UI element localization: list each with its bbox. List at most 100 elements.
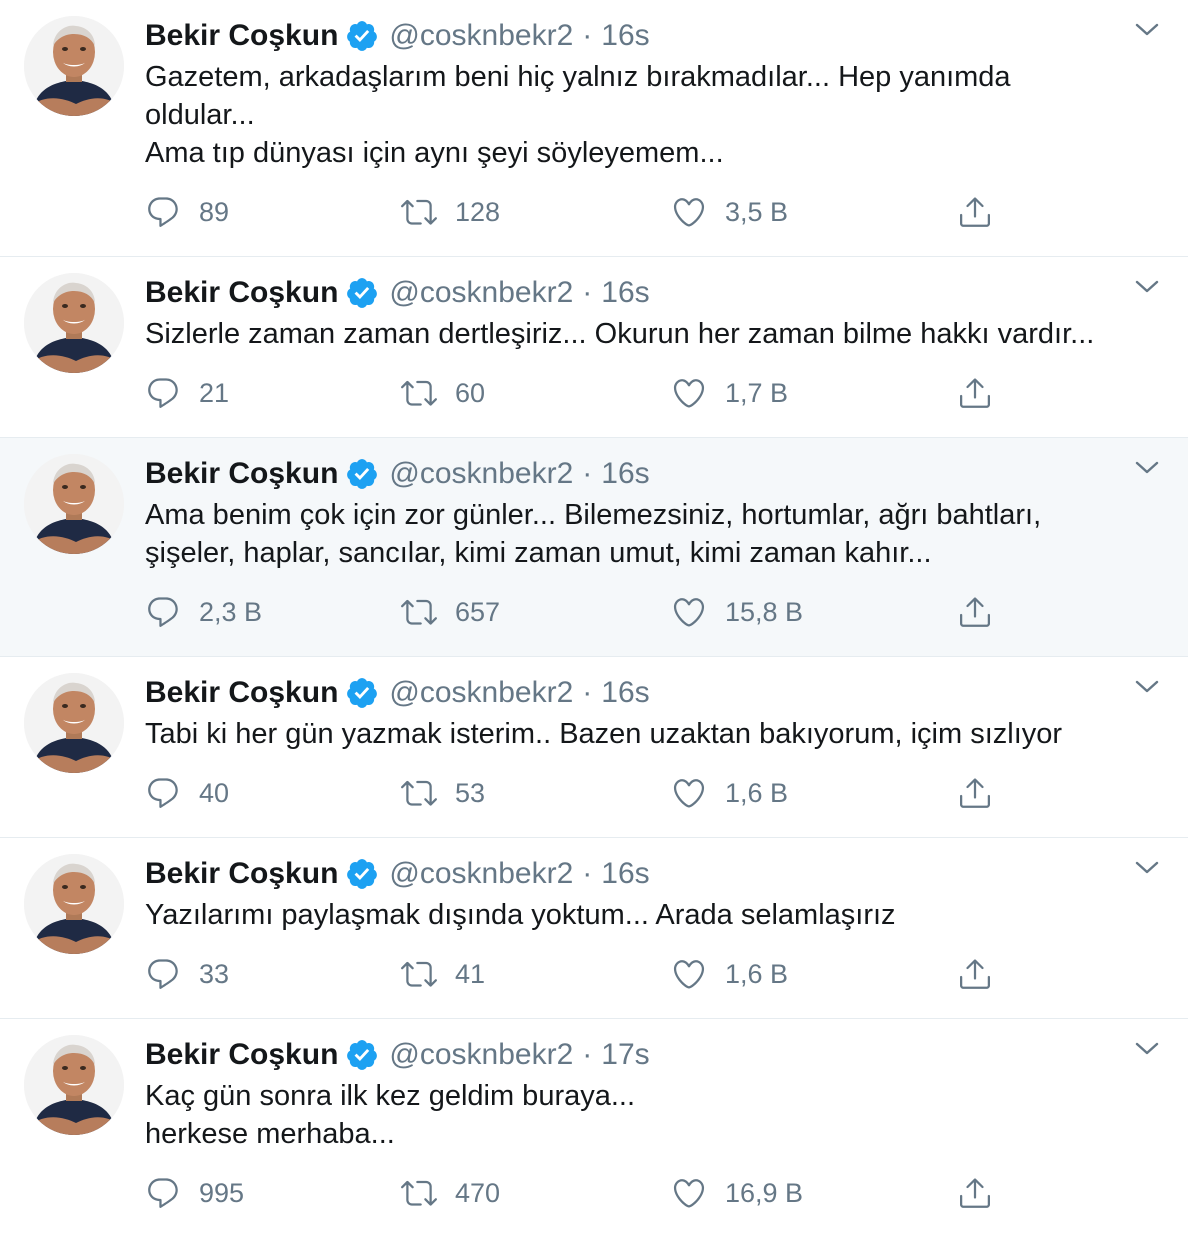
reply-button[interactable]: 89 (145, 194, 229, 230)
retweet-button[interactable]: 657 (401, 594, 500, 630)
user-handle[interactable]: @cosknbekr2 (389, 1038, 573, 1072)
heart-icon (673, 960, 705, 989)
retweet-button[interactable]: 53 (401, 775, 485, 811)
like-button[interactable]: 15,8 B (671, 594, 803, 630)
retweet-arrows-icon (401, 961, 437, 987)
like-button[interactable]: 3,5 B (671, 194, 788, 230)
reply-button[interactable]: 2,3 B (145, 594, 262, 630)
tweet[interactable]: Bekir Coşkun @cosknbekr2 · 17s Kaç gün s… (0, 1019, 1188, 1237)
share-upload-icon (960, 1178, 990, 1208)
tweet-content: Bekir Coşkun @cosknbekr2 · 16s Ama benim… (145, 452, 1104, 656)
like-button[interactable]: 1,7 B (671, 375, 788, 411)
share-button[interactable] (957, 956, 993, 992)
like-count: 3,5 B (725, 196, 789, 227)
tweet-text: Kaç gün sonra ilk kez geldim buraya... h… (145, 1080, 636, 1150)
chevron-down-icon[interactable] (1134, 277, 1160, 297)
tweet-actions: 2,3 B 657 15,8 B (145, 572, 1104, 656)
separator-dot: · (582, 857, 593, 890)
speech-bubble-icon (148, 778, 178, 808)
tweet-text: Gazetem, arkadaşlarım beni hiç yalnız bı… (145, 61, 1011, 169)
reply-count: 40 (199, 777, 230, 808)
share-button[interactable] (957, 194, 993, 230)
heart-icon (673, 379, 705, 408)
share-upload-icon (960, 778, 990, 808)
reply-count: 33 (199, 958, 230, 989)
user-handle[interactable]: @cosknbekr2 (389, 676, 573, 710)
avatar[interactable] (24, 16, 124, 116)
tweet-header: Bekir Coşkun @cosknbekr2 · 16s (145, 14, 1104, 58)
user-handle[interactable]: @cosknbekr2 (389, 857, 573, 891)
retweet-arrows-icon (401, 599, 437, 625)
chevron-down-icon[interactable] (1134, 677, 1160, 697)
display-name[interactable]: Bekir Coşkun (145, 457, 338, 491)
reply-count: 89 (199, 196, 230, 227)
share-button[interactable] (957, 775, 993, 811)
like-button[interactable]: 1,6 B (671, 956, 788, 992)
tweet-actions: 89 128 3,5 B (145, 172, 1104, 256)
chevron-down-icon[interactable] (1134, 20, 1160, 40)
avatar[interactable] (24, 273, 124, 373)
retweet-button[interactable]: 470 (401, 1175, 500, 1211)
tweet-header: Bekir Coşkun @cosknbekr2 · 16s (145, 671, 1104, 715)
speech-bubble-icon (148, 959, 178, 989)
display-name[interactable]: Bekir Coşkun (145, 1038, 338, 1072)
retweet-arrows-icon (401, 199, 437, 225)
display-name[interactable]: Bekir Coşkun (145, 276, 338, 310)
verified-badge-icon (347, 459, 378, 489)
avatar[interactable] (24, 1035, 124, 1135)
timestamp[interactable]: 16s (601, 676, 649, 710)
tweet[interactable]: Bekir Coşkun @cosknbekr2 · 16s Ama benim… (0, 438, 1188, 657)
retweet-arrows-icon (401, 780, 437, 806)
reply-button[interactable]: 995 (145, 1175, 244, 1211)
tweet[interactable]: Bekir Coşkun @cosknbekr2 · 16s Yazılarım… (0, 838, 1188, 1019)
tweet-actions: 21 60 1,7 B (145, 353, 1104, 437)
tweet-text: Sizlerle zaman zaman dertleşiriz... Okur… (145, 318, 1095, 350)
timestamp[interactable]: 17s (601, 1038, 649, 1072)
timestamp[interactable]: 16s (601, 857, 649, 891)
tweet-feed: Bekir Coşkun @cosknbekr2 · 16s Gazetem, … (0, 0, 1188, 1237)
display-name[interactable]: Bekir Coşkun (145, 857, 338, 891)
separator-dot: · (582, 676, 593, 709)
user-handle[interactable]: @cosknbekr2 (389, 19, 573, 53)
timestamp[interactable]: 16s (601, 19, 649, 53)
timestamp[interactable]: 16s (601, 457, 649, 491)
verified-badge-icon (347, 278, 378, 308)
tweet[interactable]: Bekir Coşkun @cosknbekr2 · 16s Sizlerle … (0, 257, 1188, 438)
display-name[interactable]: Bekir Coşkun (145, 19, 338, 53)
share-upload-icon (960, 378, 990, 408)
chevron-down-icon[interactable] (1134, 458, 1160, 478)
retweet-count: 60 (455, 377, 486, 408)
timestamp[interactable]: 16s (601, 276, 649, 310)
avatar[interactable] (24, 454, 124, 554)
tweet[interactable]: Bekir Coşkun @cosknbekr2 · 16s Gazetem, … (0, 0, 1188, 257)
user-handle[interactable]: @cosknbekr2 (389, 276, 573, 310)
user-handle[interactable]: @cosknbekr2 (389, 457, 573, 491)
tweet-text: Yazılarımı paylaşmak dışında yoktum... A… (145, 899, 896, 931)
chevron-down-icon[interactable] (1134, 1039, 1160, 1059)
tweet-header: Bekir Coşkun @cosknbekr2 · 16s (145, 452, 1104, 496)
retweet-button[interactable]: 60 (401, 375, 485, 411)
share-button[interactable] (957, 594, 993, 630)
reply-button[interactable]: 33 (145, 956, 229, 992)
avatar[interactable] (24, 854, 124, 954)
share-upload-icon (960, 959, 990, 989)
reply-count: 2,3 B (199, 596, 263, 627)
reply-button[interactable]: 40 (145, 775, 229, 811)
retweet-button[interactable]: 41 (401, 956, 485, 992)
tweet-content: Bekir Coşkun @cosknbekr2 · 16s Sizlerle … (145, 271, 1104, 437)
verified-badge-icon (347, 859, 378, 889)
like-button[interactable]: 1,6 B (671, 775, 788, 811)
tweet-header: Bekir Coşkun @cosknbekr2 · 16s (145, 852, 1104, 896)
tweet-actions: 995 470 16,9 B (145, 1153, 1104, 1237)
retweet-button[interactable]: 128 (401, 194, 500, 230)
display-name[interactable]: Bekir Coşkun (145, 676, 338, 710)
tweet[interactable]: Bekir Coşkun @cosknbekr2 · 16s Tabi ki h… (0, 657, 1188, 838)
tweet-text: Tabi ki her gün yazmak isterim.. Bazen u… (145, 718, 1063, 750)
avatar[interactable] (24, 673, 124, 773)
chevron-down-icon[interactable] (1134, 858, 1160, 878)
share-button[interactable] (957, 1175, 993, 1211)
share-button[interactable] (957, 375, 993, 411)
reply-button[interactable]: 21 (145, 375, 229, 411)
tweet-content: Bekir Coşkun @cosknbekr2 · 16s Gazetem, … (145, 14, 1104, 256)
like-button[interactable]: 16,9 B (671, 1175, 803, 1211)
